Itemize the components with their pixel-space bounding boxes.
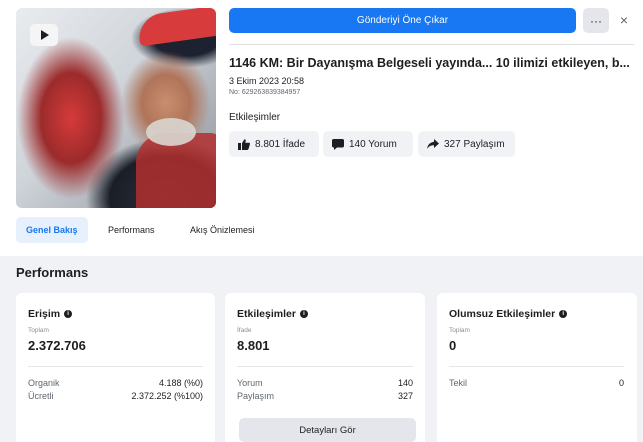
info-icon[interactable]: i [559,310,568,318]
engagements-divider [237,366,413,367]
engagements-card: Etkileşimler i İfade 8.801 Yorum 140 Pay… [225,293,425,442]
row-label: Tekil [449,378,468,388]
thumbnail-beard-shape [146,118,196,146]
engagements-row-shares: Paylaşım 327 [237,391,413,401]
share-arrow-icon [427,138,439,149]
comments-count: 140 Yorum [349,138,397,150]
reach-divider [28,366,203,367]
info-icon[interactable]: i [299,310,308,318]
info-icon[interactable]: i [64,310,73,318]
row-value: 140 [397,378,413,388]
thumbs-up-icon [238,138,250,150]
engagements-card-title: Etkileşimler i [237,308,308,320]
row-label: Paylaşım [237,391,275,401]
play-icon [30,24,58,46]
see-details-button[interactable]: Detayları Gör [239,418,416,442]
post-date: 3 Ekim 2023 20:58 [229,76,305,86]
negative-engagements-card: Olumsuz Etkileşimler i Toplam 0 Tekil 0 [437,293,637,442]
close-icon[interactable]: × [614,8,634,33]
shares-chip[interactable]: 327 Paylaşım [418,131,515,157]
negative-total: 0 [449,338,457,353]
negative-title-text: Olumsuz Etkileşimler [449,308,556,320]
engagements-sub-label: İfade [237,327,252,334]
reach-card-title: Erişim i [28,308,73,320]
tab-performance[interactable]: Performans [98,217,165,243]
engagements-row-comments: Yorum 140 [237,378,413,388]
negative-card-title: Olumsuz Etkileşimler i [449,308,568,320]
comments-chip[interactable]: 140 Yorum [323,131,413,157]
negative-sub-label: Toplam [449,327,470,334]
row-value: 327 [397,391,413,401]
row-value: 0 [618,378,624,388]
tab-overview[interactable]: Genel Bakış [16,217,88,243]
row-value: 4.188 (%0) [158,378,203,388]
post-header-panel: Gönderiyi Öne Çıkar ··· × 1146 KM: Bir D… [0,0,643,256]
reach-card: Erişim i Toplam 2.372.706 Organik 4.188 … [16,293,215,442]
shares-count: 327 Paylaşım [444,138,505,150]
reach-row-paid: Ücretli 2.372.252 (%100) [28,391,203,401]
reach-sub-label: Toplam [28,327,49,334]
engagements-title-text: Etkileşimler [237,308,296,320]
likes-count: 8.801 İfade [255,138,306,150]
boost-post-button[interactable]: Gönderiyi Öne Çıkar [229,8,576,33]
post-thumbnail[interactable] [16,8,216,208]
reach-total: 2.372.706 [28,338,86,353]
performance-section-title: Performans [16,265,89,280]
engagements-heading: Etkileşimler [229,112,281,123]
negative-row-unique: Tekil 0 [449,378,624,388]
likes-chip[interactable]: 8.801 İfade [229,131,319,157]
post-title: 1146 KM: Bir Dayanışma Belgeseli yayında… [229,56,630,70]
engagements-total: 8.801 [237,338,270,353]
post-id: No: 629263839384957 [229,89,301,96]
row-label: Organik [28,378,60,388]
comment-icon [332,138,344,150]
negative-divider [449,366,624,367]
header-divider [229,44,634,45]
row-label: Yorum [237,378,263,388]
tab-feed-preview[interactable]: Akış Önizlemesi [180,217,265,243]
row-value: 2.372.252 (%100) [131,391,203,401]
row-label: Ücretli [28,391,54,401]
thumbnail-hat-shape [136,8,216,47]
more-options-button[interactable]: ··· [583,8,609,33]
reach-title-text: Erişim [28,308,61,320]
reach-row-organic: Organik 4.188 (%0) [28,378,203,388]
